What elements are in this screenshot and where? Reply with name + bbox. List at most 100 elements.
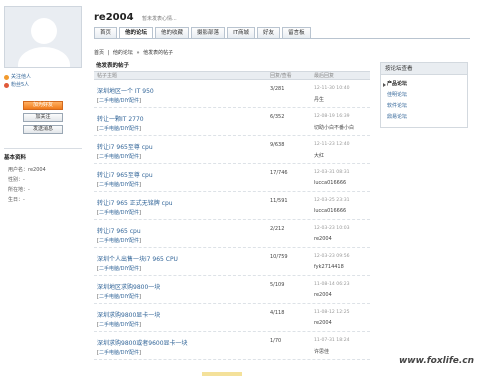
post-views: 5/109 [270,282,285,288]
tab-photo[interactable]: 摄影部落 [191,27,226,38]
post-forum-link[interactable]: 二手电脑/DIY配件 [99,350,139,356]
table-row: 转让i7 965至尊 cpu [二手电脑/DIY配件] 9/638 12-11-… [94,136,370,164]
pagination-bar[interactable] [202,372,242,376]
post-last-user[interactable]: 丹生 [314,96,324,103]
field-value: - [23,197,25,203]
post-title-link[interactable]: 转让i7 965至尊 cpu [97,170,153,179]
following-count[interactable]: 关注他人 [4,73,82,81]
tab-favorites[interactable]: 他的收藏 [155,27,190,38]
post-forum: [二手电脑/DIY配件] [97,154,141,160]
post-title-link[interactable]: 转让i7 965 正式无铭牌 cpu [97,198,173,207]
field-label: 性别 [8,177,19,183]
post-views: 9/638 [270,142,285,148]
post-forum-link[interactable]: 二手电脑/DIY配件 [99,238,139,244]
post-title-link[interactable]: 深圳求购9800或者9600显卡一块 [97,338,188,347]
post-last-user[interactable]: re2004 [314,236,332,242]
post-title-link[interactable]: 转让i7 965 cpu [97,226,141,235]
post-title-link[interactable]: 深圳地区一个 IT 950 [97,86,154,95]
post-forum-link[interactable]: 二手电脑/DIY配件 [99,126,139,132]
profile-sidebar: 关注他人 粉丝5人 加为好友 加关注 发送消息 基本资料 用户名：re2004 … [4,6,82,205]
table-row: 转让i7 965 cpu [二手电脑/DIY配件] 2/212 12-03-23… [94,220,370,248]
post-forum-link[interactable]: 二手电脑/DIY配件 [99,266,139,272]
post-last-date: 12-03-23 10:03 [314,226,350,231]
post-last-user[interactable]: re2004 [314,320,332,326]
post-forum-link[interactable]: 二手电脑/DIY配件 [99,182,139,188]
post-last-date: 12-11-30 10:40 [314,86,350,91]
add-friend-button[interactable]: 加为好友 [23,101,63,110]
post-views: 3/281 [270,86,285,92]
post-title-link[interactable]: 深圳求购9800显卡一块 [97,310,160,319]
breadcrumb-forum[interactable]: 他的论坛 [113,50,133,56]
post-title-link[interactable]: 深圳个人出售一块i7 965 CPU [97,254,178,263]
post-last-user[interactable]: re2004 [314,292,332,298]
forum-filter-item[interactable]: 鼎易论坛 [381,112,467,123]
tab-home[interactable]: 首页 [94,27,118,38]
tab-guestbook[interactable]: 留言板 [282,27,311,38]
field-label: 用户名 [8,167,24,173]
profile-username: re2004 [94,12,134,23]
post-last-user[interactable]: lucca016666 [314,180,346,186]
post-forum-link[interactable]: 二手电脑/DIY配件 [99,322,139,328]
post-forum: [二手电脑/DIY配件] [97,266,141,272]
post-forum: [二手电脑/DIY配件] [97,210,141,216]
table-row: 深圳地区一个 IT 950 [二手电脑/DIY配件] 3/281 12-11-3… [94,80,370,108]
tab-friends[interactable]: 好友 [257,27,281,38]
plus-icon [4,74,9,80]
post-last-user[interactable]: 许思佳 [314,348,329,355]
field-birthday: 生日：- [8,197,25,203]
post-last-user[interactable]: lucca016666 [314,208,346,214]
forum-filter-item[interactable]: 产品论坛 [381,79,467,90]
column-title: 帖子主题 [97,73,118,79]
post-forum-link[interactable]: 二手电脑/DIY配件 [99,154,139,160]
post-list-header: 帖子主题 回复/查看 最后回复 [94,71,370,80]
post-last-user[interactable]: 大红 [314,152,324,159]
post-forum: [二手电脑/DIY配件] [97,238,141,244]
heart-icon [4,82,9,88]
post-views: 4/118 [270,310,285,316]
table-row: 深圳求购9800或者9600显卡一块 [二手电脑/DIY配件] 1/70 11-… [94,332,370,360]
post-title-link[interactable]: 转让i7 965至尊 cpu [97,142,153,151]
default-avatar-icon [5,7,81,67]
post-last-user[interactable]: 切助小白不番小白 [314,124,354,131]
forum-filter-box: 按论坛查看 产品论坛 佳明论坛 软件论坛 鼎易论坛 [380,62,468,128]
post-last-date: 11-08-14 06:23 [314,282,350,287]
post-views: 11/591 [270,198,288,204]
breadcrumb: 首页 | 他的论坛 » 他发表的帖子 [94,49,175,56]
post-forum-link[interactable]: 二手电脑/DIY配件 [99,294,139,300]
column-last-reply: 最后回复 [314,73,335,79]
post-title-link[interactable]: 转让一颗IT 2770 [97,114,144,123]
action-buttons: 加为好友 加关注 发送消息 [4,101,82,134]
field-label: 生日 [8,197,19,203]
tab-divider [94,38,470,39]
post-last-date: 12-03-25 23:31 [314,198,350,203]
post-forum: [二手电脑/DIY配件] [97,294,141,300]
post-forum: [二手电脑/DIY配件] [97,98,141,104]
post-views: 17/746 [270,170,288,176]
send-message-button[interactable]: 发送消息 [23,125,63,134]
follow-button[interactable]: 加关注 [23,113,63,122]
post-forum: [二手电脑/DIY配件] [97,126,141,132]
breadcrumb-home[interactable]: 首页 [94,50,104,56]
table-row: 深圳个人出售一块i7 965 CPU [二手电脑/DIY配件] 10/759 1… [94,248,370,276]
profile-signature: 暂未发表心情... [142,16,177,22]
post-last-date: 12-08-19 16:39 [314,114,350,119]
post-last-date: 11-07-31 18:24 [314,338,350,343]
follow-stats: 关注他人 粉丝5人 [4,73,82,89]
forum-filter-title: 按论坛查看 [381,63,467,75]
field-value: - [28,187,30,193]
fans-count[interactable]: 粉丝5人 [4,81,82,89]
avatar[interactable] [4,6,82,68]
post-forum-link[interactable]: 二手电脑/DIY配件 [99,98,139,104]
forum-filter-item[interactable]: 佳明论坛 [381,90,467,101]
field-label: 所在地 [8,187,24,193]
post-forum-link[interactable]: 二手电脑/DIY配件 [99,210,139,216]
tab-it-mall[interactable]: IT商城 [227,27,256,38]
post-list-panel: 他发表的帖子 帖子主题 回复/查看 最后回复 深圳地区一个 IT 950 [二手… [94,62,370,360]
post-last-date: 12-11-23 12:40 [314,142,350,147]
post-title-link[interactable]: 深圳地区求购9800一块 [97,282,160,291]
following-label: 关注他人 [11,74,32,80]
forum-filter-item[interactable]: 软件论坛 [381,101,467,112]
post-last-user[interactable]: fyk2714418 [314,264,344,270]
post-last-date: 11-08-12 12:25 [314,310,350,315]
basic-info-title: 基本资料 [4,155,27,161]
